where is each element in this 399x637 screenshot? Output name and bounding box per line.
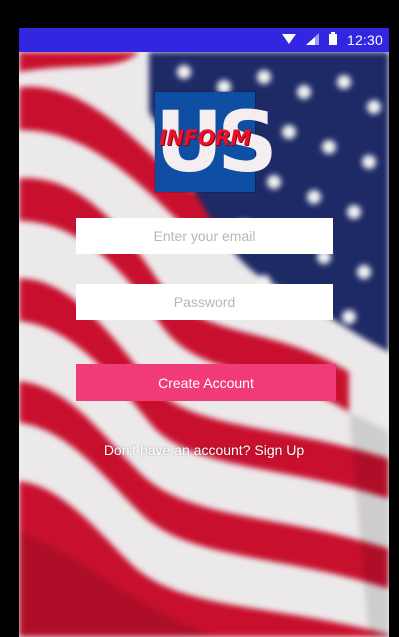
status-time: 12:30 xyxy=(346,32,383,48)
wifi-icon xyxy=(281,32,296,48)
us-inform-logo: US INFORM xyxy=(155,92,278,192)
app-screen: 12:30 US INFORM Enter your email Create … xyxy=(19,28,389,637)
password-input[interactable] xyxy=(76,284,333,320)
battery-icon xyxy=(328,32,337,48)
logo-word: INFORM xyxy=(159,126,251,150)
status-bar: 12:30 xyxy=(19,28,389,52)
signup-link[interactable]: Sign Up xyxy=(254,442,304,458)
signup-prompt-text: Don't have an account? xyxy=(103,442,255,458)
device-frame: 12:30 US INFORM Enter your email Create … xyxy=(0,0,399,637)
signal-icon xyxy=(305,32,319,48)
email-input[interactable] xyxy=(76,218,333,254)
create-account-button[interactable]: Create Account xyxy=(76,364,336,401)
signup-prompt-line: Don't have an account? Sign Up xyxy=(19,442,389,458)
